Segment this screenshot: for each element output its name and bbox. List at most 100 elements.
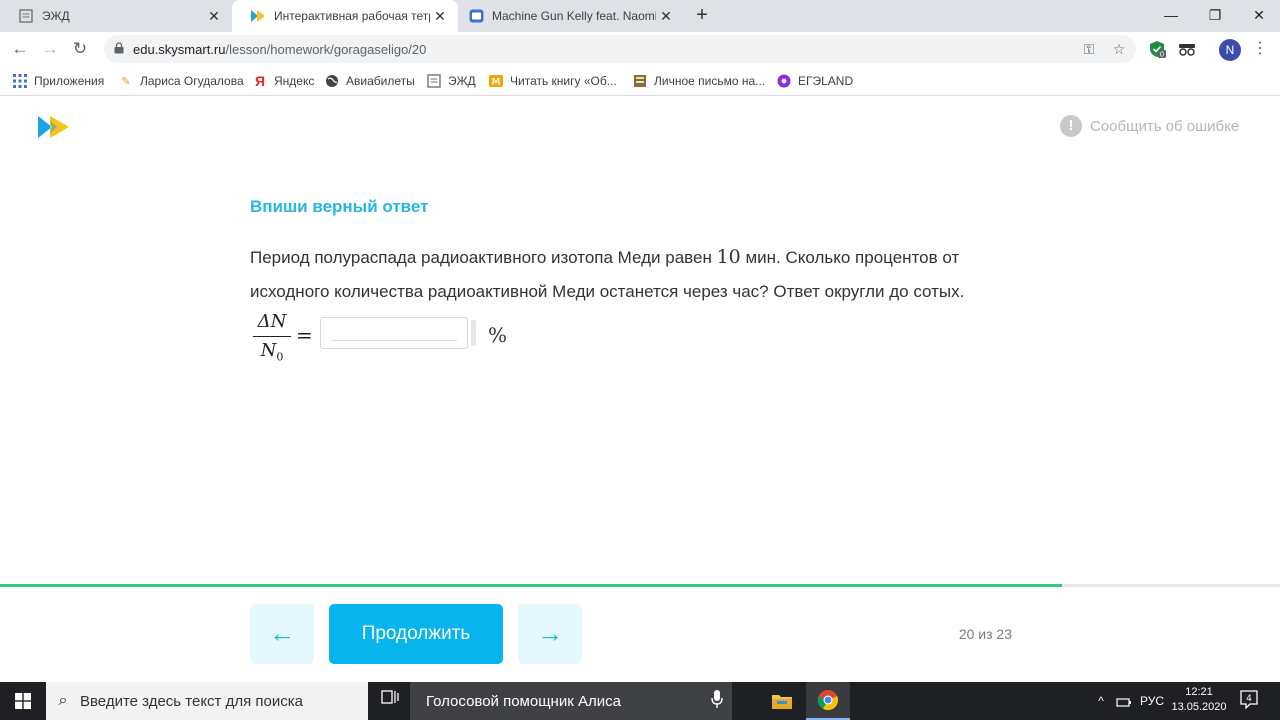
tab-title: Machine Gun Kelly feat. Naomi Wild xyxy=(492,9,656,23)
search-placeholder: Введите здесь текст для поиска xyxy=(80,692,303,710)
answer-input[interactable] xyxy=(320,317,468,349)
report-label: Сообщить об ошибке xyxy=(1090,117,1240,135)
windows-taskbar: ⌕ Введите здесь текст для поиска Голосов… xyxy=(0,682,1280,720)
fraction-numerator: ΔN xyxy=(257,311,287,332)
svg-text:0: 0 xyxy=(1160,51,1164,59)
chrome-taskbar-icon[interactable] xyxy=(806,682,850,720)
system-clock[interactable]: 12:21 13.05.2020 xyxy=(1168,685,1230,715)
progress-fill xyxy=(0,584,1063,587)
skysmart-logo[interactable] xyxy=(38,115,70,144)
profile-avatar[interactable]: N xyxy=(1219,39,1241,61)
tray-chevron-icon[interactable]: ^ xyxy=(1092,682,1110,720)
back-button[interactable]: ← xyxy=(8,37,32,61)
notification-center-icon[interactable]: 4 xyxy=(1238,689,1260,711)
bookmark-apps[interactable]: Приложения xyxy=(12,72,104,90)
report-error-button[interactable]: ! Сообщить об ошибке xyxy=(1060,115,1239,137)
bookmark-label: Читать книгу «Об... xyxy=(510,74,617,88)
fraction-bar xyxy=(253,336,291,337)
bookmarks-bar: Приложения ✎ Лариса Огудалова Я Яндекс А… xyxy=(0,66,1280,96)
task-view-icon[interactable] xyxy=(372,682,408,720)
close-tab-icon[interactable]: ✕ xyxy=(204,8,224,25)
bookmark-book[interactable]: M Читать книгу «Об... xyxy=(488,72,617,90)
globe-icon xyxy=(324,73,340,89)
tab-title: ЭЖД xyxy=(42,9,70,23)
menu-kebab-icon[interactable]: ⋮ xyxy=(1252,38,1268,60)
bookmark-star-icon[interactable]: ☆ xyxy=(1110,40,1128,58)
skysmart-icon xyxy=(250,8,266,24)
key-icon[interactable]: ⚿ xyxy=(1080,40,1098,58)
next-task-button[interactable]: → xyxy=(518,604,582,664)
lock-icon xyxy=(114,42,124,54)
task-counter: 20 из 23 xyxy=(958,626,1012,642)
bookmark-label: Приложения xyxy=(34,74,105,88)
bookmark-ezhd[interactable]: ЭЖД xyxy=(426,72,476,90)
previous-task-button[interactable]: ← xyxy=(250,604,314,664)
close-tab-icon[interactable]: ✕ xyxy=(656,8,676,25)
taskbar-search-box[interactable]: ⌕ Введите здесь текст для поиска xyxy=(46,682,368,720)
tab-ezhd[interactable]: ЭЖД ✕ xyxy=(0,0,232,32)
browser-toolbar: ← → ↻ edu.skysmart.ru/lesson/homework/go… xyxy=(0,32,1280,66)
windows-logo-icon xyxy=(15,693,31,709)
clock-date: 13.05.2020 xyxy=(1171,701,1227,713)
bookmark-egeland[interactable]: ЕГЭLAND xyxy=(776,72,853,90)
extension-shield-icon[interactable]: 0 xyxy=(1148,40,1166,63)
forward-button[interactable]: → xyxy=(38,37,62,61)
bookmark-label: Личное письмо на... xyxy=(654,74,766,88)
bookmark-label: ЕГЭLAND xyxy=(798,74,854,88)
video-icon xyxy=(468,8,484,24)
close-window-button[interactable]: ✕ xyxy=(1236,0,1280,32)
minimize-button[interactable]: — xyxy=(1148,0,1194,32)
apps-grid-icon xyxy=(12,73,28,89)
lesson-page: ! Сообщить об ошибке Впиши верный ответ … xyxy=(0,97,1280,682)
percent-unit: % xyxy=(488,323,508,347)
svg-text:4: 4 xyxy=(1246,694,1252,704)
incognito-extension-icon[interactable] xyxy=(1178,42,1196,61)
tab-skysmart[interactable]: Интерактивная рабочая тетрадь ✕ xyxy=(232,0,458,32)
answer-input-handle xyxy=(471,320,476,346)
exclamation-icon: ! xyxy=(1060,115,1082,137)
equals-sign: = xyxy=(296,323,313,347)
bookmark-label: ЭЖД xyxy=(448,74,476,88)
bookmark-label: Яндекс xyxy=(274,74,315,88)
alice-label: Голосовой помощник Алиса xyxy=(426,692,621,710)
ezhd-icon xyxy=(426,73,442,89)
language-indicator[interactable]: РУС xyxy=(1138,682,1166,720)
yandex-icon: Я xyxy=(254,73,266,89)
fraction-denominator: N0 xyxy=(260,340,284,364)
alice-assistant-bar[interactable]: Голосовой помощник Алиса xyxy=(410,682,732,720)
close-tab-icon[interactable]: ✕ xyxy=(430,8,450,25)
fraction: ΔN N0 xyxy=(253,310,291,364)
clock-time: 12:21 xyxy=(1185,686,1213,698)
network-icon[interactable] xyxy=(1114,682,1134,720)
reload-button[interactable]: ↻ xyxy=(68,37,92,61)
bookmark-yandex[interactable]: Я Яндекс xyxy=(252,72,314,90)
file-explorer-icon[interactable] xyxy=(760,682,804,720)
restore-button[interactable]: ❐ xyxy=(1192,0,1238,32)
bookmark-larisa[interactable]: ✎ Лариса Огудалова xyxy=(118,72,244,90)
bookmark-letter[interactable]: Личное письмо на... xyxy=(632,72,765,90)
tab-strip: ЭЖД ✕ Интерактивная рабочая тетрадь ✕ Ma… xyxy=(0,0,1280,32)
bookmark-label: Лариса Огудалова xyxy=(140,74,244,88)
doc-icon xyxy=(632,73,648,89)
progress-bar xyxy=(0,584,1280,587)
egeland-icon xyxy=(776,73,792,89)
tab-title: Интерактивная рабочая тетрадь xyxy=(274,9,430,23)
svg-text:M: M xyxy=(492,78,501,88)
tab-video[interactable]: Machine Gun Kelly feat. Naomi Wild ✕ xyxy=(458,0,684,32)
ezhd-icon xyxy=(18,8,34,24)
url-text: edu.skysmart.ru/lesson/homework/goragase… xyxy=(133,42,427,57)
new-tab-button[interactable]: + xyxy=(690,4,714,28)
bookmark-avia[interactable]: Авиабилеты xyxy=(324,72,415,90)
bookmark-label: Авиабилеты xyxy=(346,74,415,88)
book-icon: M xyxy=(488,73,504,89)
answer-input-underline xyxy=(331,340,457,341)
task-title: Впиши верный ответ xyxy=(250,197,429,216)
windows-start-button[interactable] xyxy=(0,682,46,720)
microphone-icon[interactable] xyxy=(702,689,732,713)
task-text: Период полураспада радиоактивного изотоп… xyxy=(250,240,990,309)
task-text-part: Период полураспада радиоактивного изотоп… xyxy=(250,248,717,267)
address-bar[interactable]: edu.skysmart.ru/lesson/homework/goragase… xyxy=(104,35,1136,63)
search-icon: ⌕ xyxy=(58,692,68,709)
pencil-icon: ✎ xyxy=(121,75,131,88)
continue-button[interactable]: Продолжить xyxy=(329,604,503,664)
